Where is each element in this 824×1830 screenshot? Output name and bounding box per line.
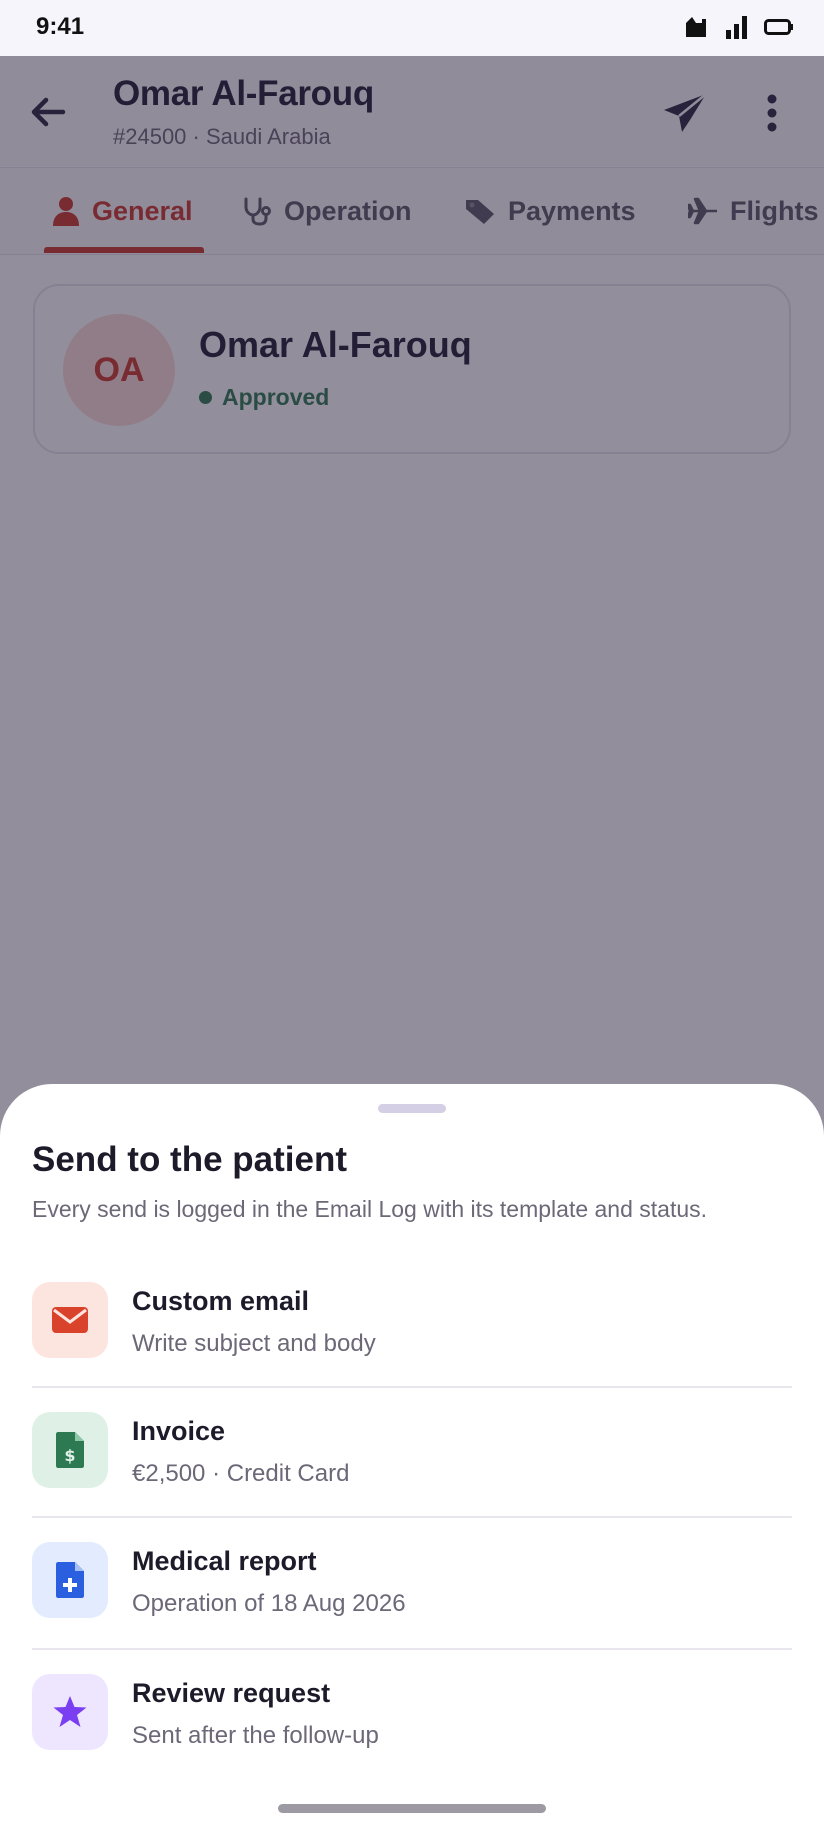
sheet-description: Every send is logged in the Email Log wi…: [32, 1196, 708, 1222]
option-icon-box: [32, 1282, 108, 1358]
option-custom-email[interactable]: Custom email Write subject and body: [32, 1258, 792, 1388]
star-icon: [53, 1696, 87, 1727]
battery-icon: [764, 18, 794, 41]
option-title: Invoice: [132, 1416, 226, 1446]
option-subtitle: €2,500 · Credit Card: [132, 1460, 350, 1487]
option-review-request[interactable]: Review request Sent after the follow-up: [32, 1650, 792, 1780]
status-icons: [682, 14, 794, 45]
notification-icon: [682, 15, 710, 44]
envelope-icon: [52, 1307, 88, 1333]
option-icon-box: $: [32, 1412, 108, 1488]
option-subtitle: Operation of 18 Aug 2026: [132, 1590, 406, 1617]
medical-report-icon: [56, 1562, 84, 1598]
option-invoice[interactable]: $ Invoice €2,500 · Credit Card: [32, 1388, 792, 1518]
option-subtitle: Write subject and body: [132, 1330, 376, 1357]
sheet-title: Send to the patient: [32, 1140, 347, 1179]
option-icon-box: [32, 1674, 108, 1750]
option-title: Review request: [132, 1678, 331, 1708]
option-icon-box: [32, 1542, 108, 1618]
invoice-icon: $: [56, 1432, 84, 1468]
option-title: Medical report: [132, 1546, 317, 1576]
home-indicator[interactable]: [278, 1804, 546, 1813]
option-title: Custom email: [132, 1286, 310, 1316]
status-bar: 9:41: [0, 0, 824, 56]
option-medical-report[interactable]: Medical report Operation of 18 Aug 2026: [32, 1518, 792, 1648]
signal-icon: [724, 14, 750, 45]
send-bottom-sheet: Send to the patient Every send is logged…: [0, 1084, 824, 1830]
sheet-drag-handle[interactable]: [378, 1104, 446, 1113]
status-time: 9:41: [36, 13, 85, 40]
option-subtitle: Sent after the follow-up: [132, 1722, 379, 1749]
svg-text:$: $: [64, 1446, 75, 1465]
